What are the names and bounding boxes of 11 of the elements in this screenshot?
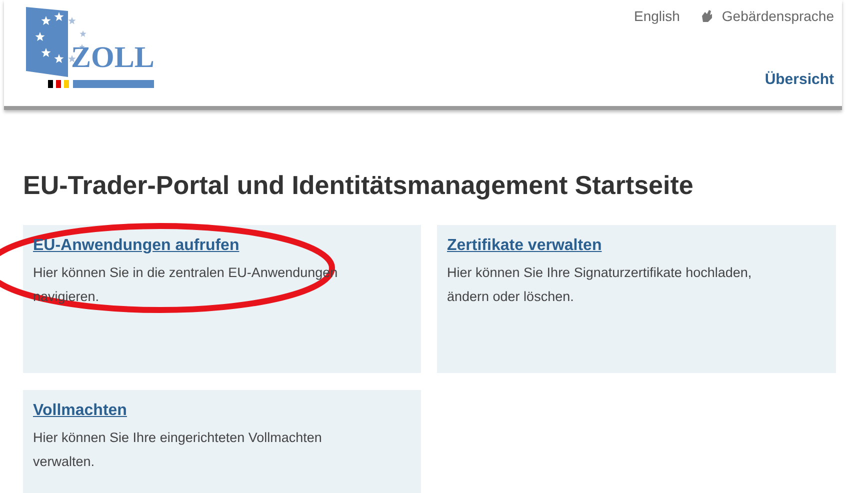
hand-icon — [700, 9, 714, 23]
language-link[interactable]: English — [634, 8, 680, 24]
card-title-link[interactable]: EU-Anwendungen aufrufen — [33, 237, 240, 255]
card-title-link[interactable]: Zertifikate verwalten — [447, 237, 602, 255]
sign-language-link[interactable]: Gebärdensprache — [700, 8, 834, 24]
zoll-logo[interactable]: ZOLL — [26, 7, 158, 93]
card-description: Hier können Sie Ihre eingerichteten Vollmachten verwalten. — [33, 429, 323, 471]
nav-link[interactable]: Übersicht — [764, 71, 834, 88]
card-title-link[interactable]: Vollmachten — [33, 402, 127, 420]
page-title: EU-Trader-Portal und Identitätsmanagement Startseite — [23, 170, 694, 201]
card-description: Hier können Sie Ihre Signaturzertifikate hochladen, ändern oder löschen. — [447, 264, 753, 306]
